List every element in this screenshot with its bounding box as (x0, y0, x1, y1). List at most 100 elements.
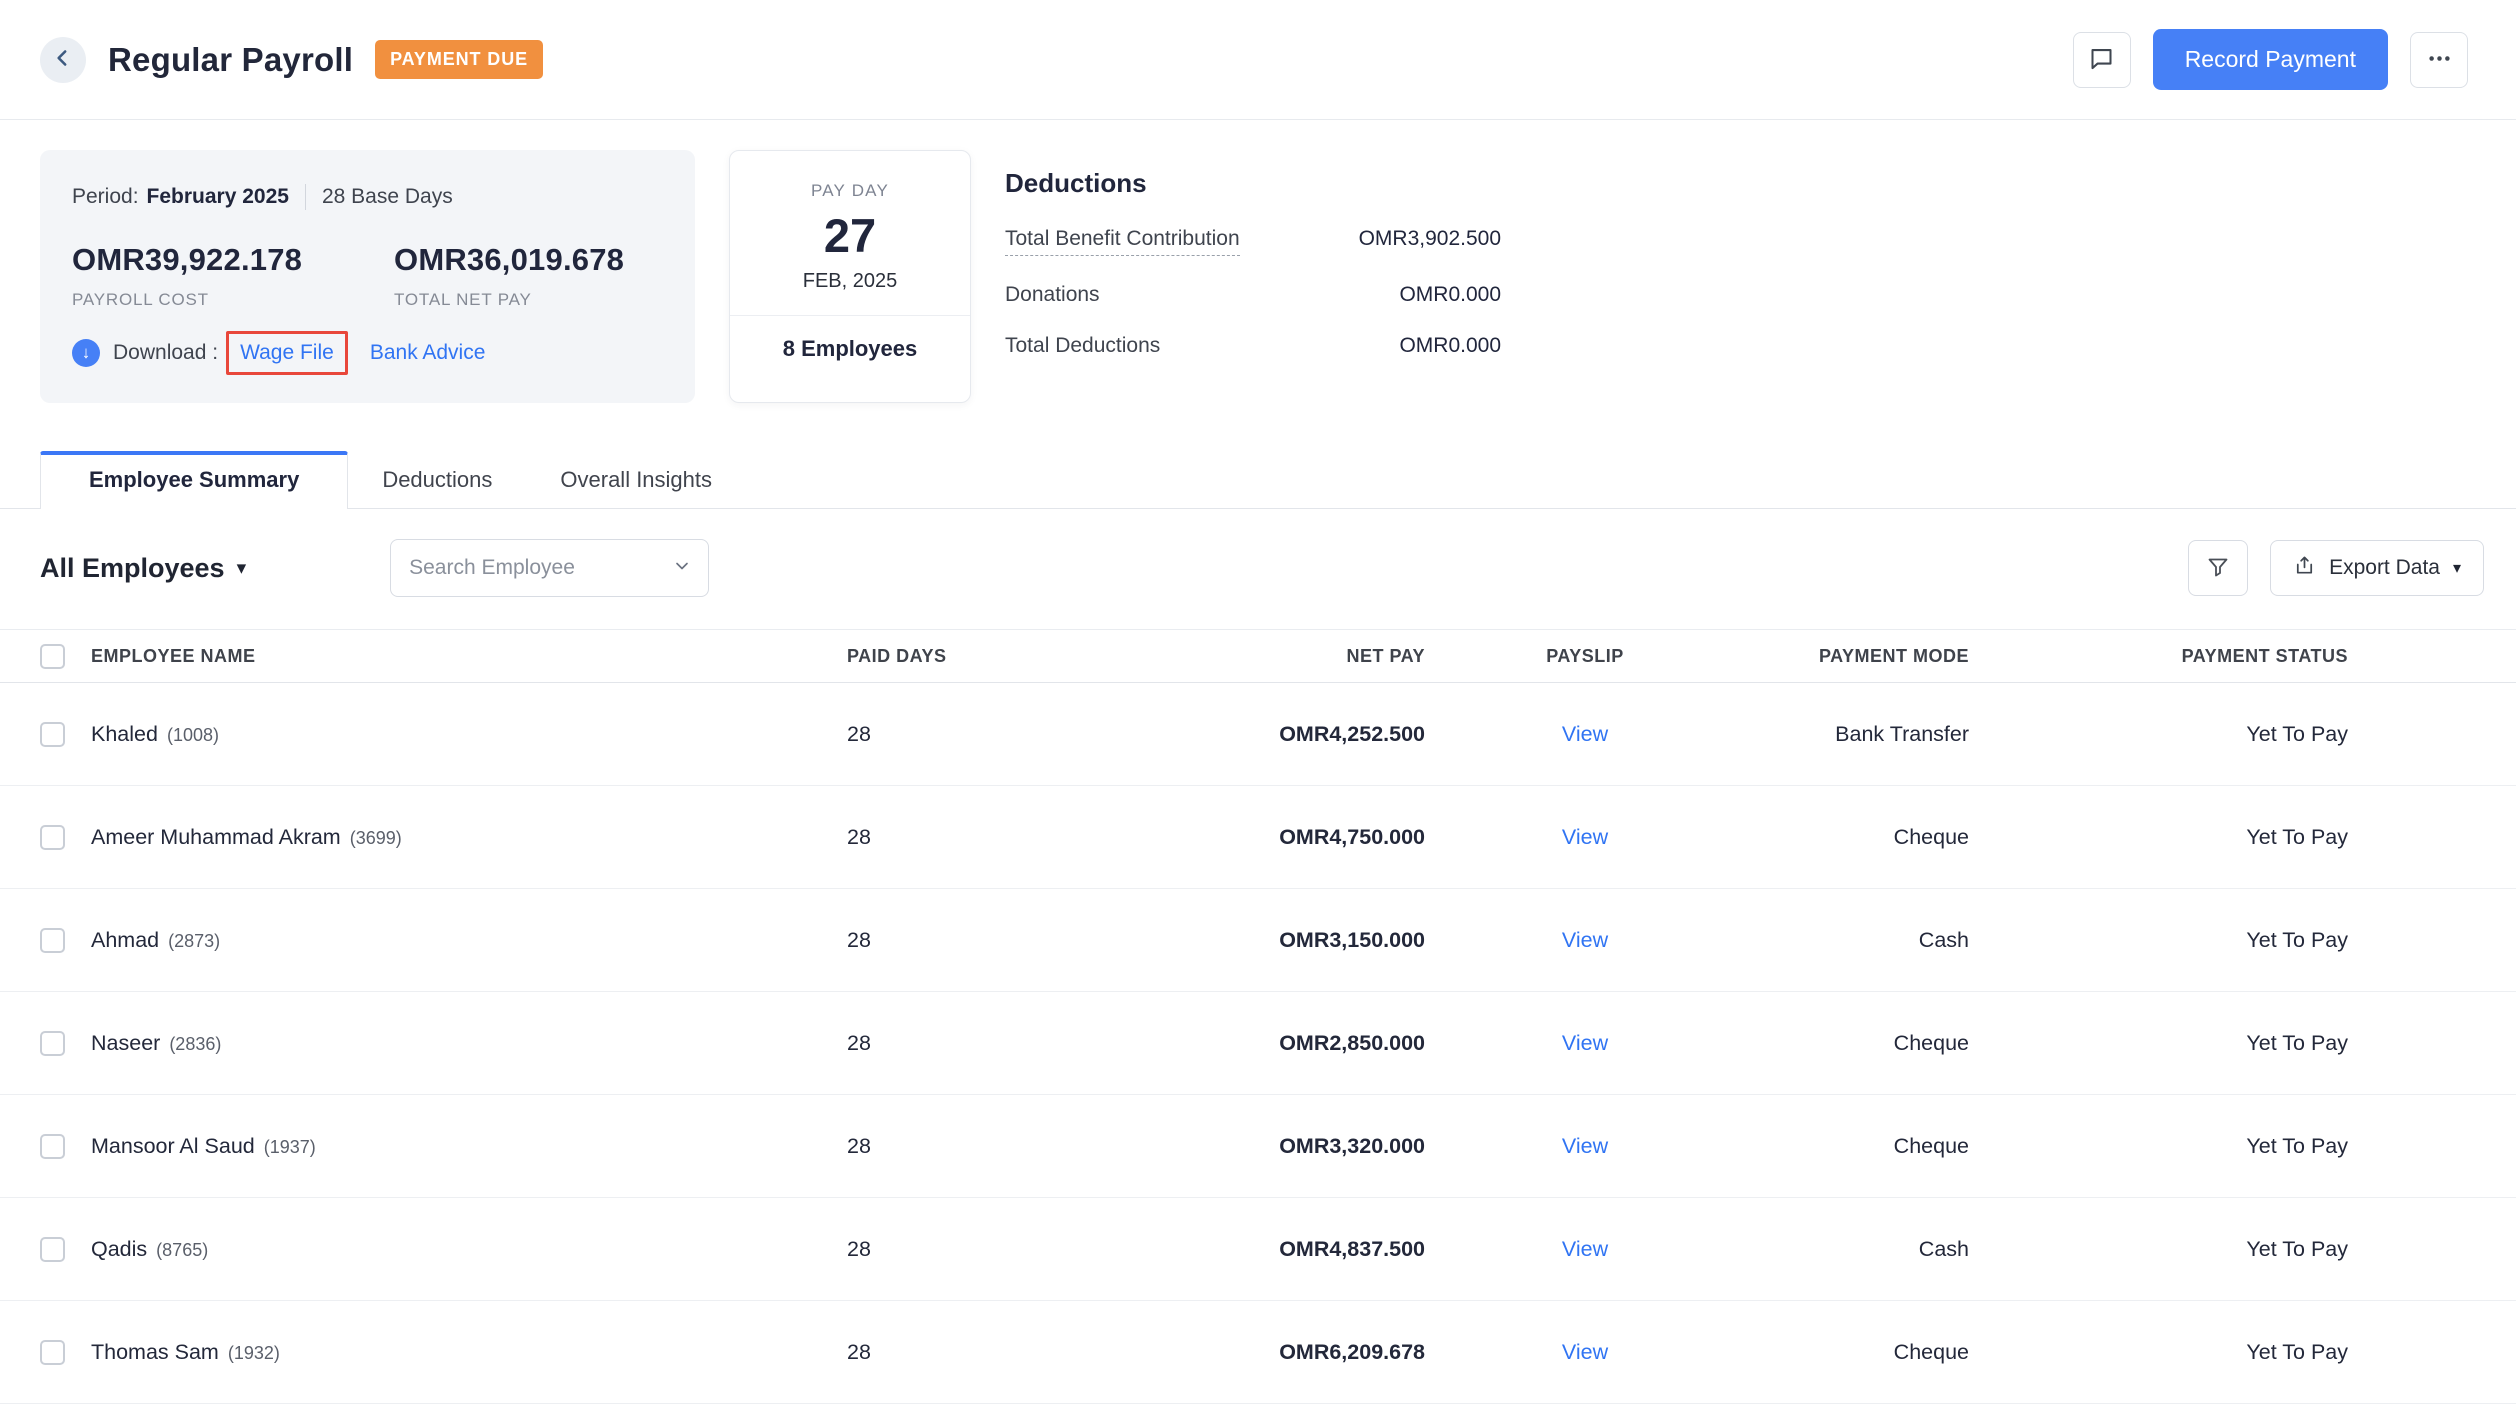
tab-deductions[interactable]: Deductions (348, 452, 526, 508)
payment-mode: Cheque (1745, 1031, 1969, 1056)
row-checkbox[interactable] (40, 1134, 65, 1159)
search-employee-select[interactable] (390, 539, 709, 597)
payment-mode: Cheque (1745, 825, 1969, 850)
wage-file-link[interactable]: Wage File (240, 341, 334, 364)
payment-status: Yet To Pay (1969, 1031, 2348, 1056)
view-payslip-link[interactable]: View (1562, 825, 1608, 849)
row-checkbox[interactable] (40, 722, 65, 747)
payment-mode: Cash (1745, 1237, 1969, 1262)
row-checkbox[interactable] (40, 928, 65, 953)
deduction-row: Total Benefit Contribution OMR3,902.500 (1005, 227, 1501, 256)
pay-day-card: PAY DAY 27 FEB, 2025 8 Employees (729, 150, 971, 403)
table-row: Qadis (8765) 28 OMR4,837.500 View Cash Ye… (0, 1198, 2516, 1301)
row-checkbox[interactable] (40, 1031, 65, 1056)
employee-id: (2836) (169, 1034, 221, 1054)
net-pay: OMR4,750.000 (1043, 825, 1425, 850)
employee-name[interactable]: Ameer Muhammad Akram (91, 825, 341, 849)
back-button[interactable] (40, 37, 86, 83)
total-deductions-value: OMR0.000 (1399, 334, 1501, 358)
record-payment-button[interactable]: Record Payment (2153, 29, 2388, 90)
row-checkbox[interactable] (40, 825, 65, 850)
paid-days: 28 (847, 825, 1043, 850)
caret-down-icon: ▾ (237, 557, 247, 580)
donations-value: OMR0.000 (1399, 283, 1501, 307)
deduction-row: Donations OMR0.000 (1005, 283, 1501, 307)
row-checkbox[interactable] (40, 1340, 65, 1365)
table-row: Ameer Muhammad Akram(3699) 28 OMR4,750.0… (0, 786, 2516, 889)
page-title: Regular Payroll (108, 41, 353, 79)
donations-label: Donations (1005, 283, 1100, 307)
col-header-net-pay: NET PAY (1043, 646, 1425, 667)
view-payslip-link[interactable]: View (1562, 1031, 1608, 1055)
col-header-payment-mode: PAYMENT MODE (1745, 646, 1969, 667)
divider (305, 184, 306, 210)
paid-days: 28 (847, 1237, 1043, 1262)
employee-name[interactable]: Mansoor Al Saud (91, 1134, 255, 1158)
chevron-left-icon (50, 45, 76, 74)
payment-status: Yet To Pay (1969, 722, 2348, 747)
employee-name[interactable]: Khaled (91, 722, 158, 746)
paid-days: 28 (847, 1134, 1043, 1159)
payment-mode: Bank Transfer (1745, 722, 1969, 747)
table-row: Mansoor Al Saud(1937) 28 OMR3,320.000 Vi… (0, 1095, 2516, 1198)
total-net-pay-value: OMR36,019.678 (394, 242, 624, 278)
net-pay: OMR4,252.500 (1043, 722, 1425, 747)
employee-name[interactable]: Naseer (91, 1031, 160, 1055)
net-pay: OMR4,837.500 (1043, 1237, 1425, 1262)
payroll-cost-value: OMR39,922.178 (72, 242, 394, 278)
period-value: February 2025 (147, 185, 289, 209)
wage-file-annotation-box: Wage File (226, 331, 348, 375)
employee-name[interactable]: Thomas Sam (91, 1340, 219, 1364)
employee-id: (8765) (156, 1240, 208, 1260)
net-pay: OMR3,150.000 (1043, 928, 1425, 953)
bank-advice-link[interactable]: Bank Advice (370, 341, 486, 365)
chevron-down-icon (672, 556, 692, 581)
paid-days: 28 (847, 1031, 1043, 1056)
period-line: Period: February 2025 28 Base Days (72, 184, 663, 210)
payment-mode: Cash (1745, 928, 1969, 953)
tab-employee-summary[interactable]: Employee Summary (40, 451, 348, 509)
filters-row: All Employees ▾ Export Data ▾ (0, 509, 2516, 597)
filter-button[interactable] (2188, 540, 2248, 596)
export-data-label: Export Data (2329, 556, 2440, 580)
row-checkbox[interactable] (40, 1237, 65, 1262)
period-label: Period: (72, 185, 139, 209)
export-data-button[interactable]: Export Data ▾ (2270, 540, 2484, 596)
total-deductions-label: Total Deductions (1005, 334, 1160, 358)
employee-name[interactable]: Ahmad (91, 928, 159, 952)
more-options-button[interactable] (2410, 32, 2468, 88)
header-left: Regular Payroll PAYMENT DUE (40, 37, 543, 83)
view-payslip-link[interactable]: View (1562, 1134, 1608, 1158)
download-icon: ↓ (72, 339, 100, 367)
employee-table: EMPLOYEE NAME PAID DAYS NET PAY PAYSLIP … (0, 629, 2516, 1404)
view-payslip-link[interactable]: View (1562, 928, 1608, 952)
col-header-employee-name: EMPLOYEE NAME (91, 646, 847, 667)
funnel-icon (2206, 555, 2230, 582)
col-header-payslip: PAYSLIP (1425, 646, 1745, 667)
view-payslip-link[interactable]: View (1562, 722, 1608, 746)
view-payslip-link[interactable]: View (1562, 1340, 1608, 1364)
export-icon (2293, 554, 2316, 583)
table-row: Thomas Sam(1932) 28 OMR6,209.678 View Ch… (0, 1301, 2516, 1404)
all-employees-dropdown[interactable]: All Employees ▾ (40, 553, 246, 584)
search-employee-input[interactable] (407, 555, 672, 581)
view-payslip-link[interactable]: View (1562, 1237, 1608, 1261)
payment-mode: Cheque (1745, 1340, 1969, 1365)
summary-section: Period: February 2025 28 Base Days OMR39… (0, 120, 2516, 403)
comments-button[interactable] (2073, 32, 2131, 88)
paid-days: 28 (847, 722, 1043, 747)
total-benefit-contribution-label[interactable]: Total Benefit Contribution (1005, 227, 1240, 256)
select-all-checkbox[interactable] (40, 644, 65, 669)
header-actions: Record Payment (2073, 29, 2468, 90)
employee-name[interactable]: Qadis (91, 1237, 147, 1261)
download-row: ↓ Download : Wage File Bank Advice (72, 338, 663, 368)
tab-overall-insights[interactable]: Overall Insights (526, 452, 746, 508)
table-row: Naseer(2836) 28 OMR2,850.000 View Cheque… (0, 992, 2516, 1095)
payroll-cost-label: PAYROLL COST (72, 290, 394, 310)
employee-id: (1008) (167, 725, 219, 745)
deductions-title: Deductions (1005, 168, 1501, 199)
ellipsis-icon (2426, 45, 2453, 75)
payment-status: Yet To Pay (1969, 1237, 2348, 1262)
total-benefit-contribution-value: OMR3,902.500 (1359, 227, 1501, 251)
base-days: 28 Base Days (322, 185, 453, 209)
